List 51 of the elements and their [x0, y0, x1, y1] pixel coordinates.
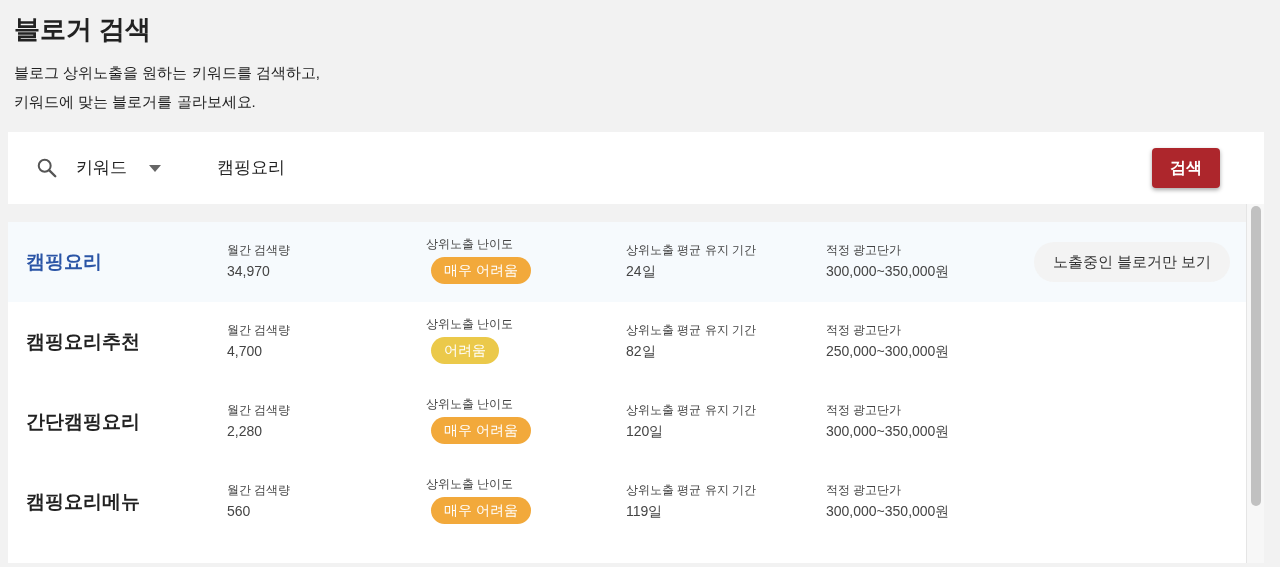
field-value: 560 [227, 502, 251, 521]
result-row[interactable]: 캠핑요리메뉴 월간 검색량 560 상위노출 난이도 매우 어려움 상위노출 평균 유지 기간 119일 적정 광고단가 300,000~350,000원 [8, 462, 1246, 542]
field-value: 250,000~300,000원 [826, 342, 950, 361]
difficulty-badge: 매우 어려움 [431, 416, 531, 444]
field-value: 300,000~350,000원 [826, 262, 950, 281]
description-text: 키워드에 맞는 블로거를 골라보세요. [14, 92, 256, 112]
search-input-field[interactable]: 캠핑요리 [217, 155, 917, 181]
filter-button[interactable]: 노출중인 블로거만 보기 [1034, 242, 1231, 282]
search-mode-dropdown[interactable]: 키워드 [76, 155, 161, 181]
field-label: 월간 검색량 [227, 322, 291, 339]
scrollbar[interactable] [1246, 204, 1264, 563]
field-value: 2,280 [227, 422, 263, 441]
field-label: 상위노출 평균 유지 기간 [626, 482, 756, 499]
field-label: 상위노출 난이도 [426, 315, 514, 333]
field-label: 적정 광고단가 [826, 322, 902, 339]
field-label: 월간 검색량 [227, 242, 291, 259]
difficulty-badge: 어려움 [431, 336, 499, 364]
field-label: 적정 광고단가 [826, 242, 902, 259]
description-text: 블로그 상위노출을 원하는 키워드를 검색하고, [14, 63, 320, 83]
field-label: 월간 검색량 [227, 482, 291, 499]
field-value: 119일 [626, 502, 663, 521]
caret-icon [149, 164, 161, 172]
field-label: 상위노출 난이도 [426, 235, 514, 253]
result-row[interactable]: 캠핑요리추천 월간 검색량 4,700 상위노출 난이도 어려움 상위노출 평균 유지 기간 82일 적정 광고단가 250,000~300,000원 [8, 302, 1246, 382]
keyword-text: 캠핑요리메뉴 [26, 490, 140, 512]
field-value: 4,700 [227, 342, 263, 361]
field-value: 34,970 [227, 262, 270, 281]
field-value: 300,000~350,000원 [826, 422, 950, 441]
field-label: 월간 검색량 [227, 402, 291, 419]
field-label: 상위노출 난이도 [426, 475, 514, 493]
field-value: 120일 [626, 422, 664, 441]
field-label: 적정 광고단가 [826, 402, 902, 419]
field-label: 상위노출 평균 유지 기간 [626, 242, 756, 259]
difficulty-badge: 매우 어려움 [431, 496, 531, 524]
field-value: 24일 [626, 262, 656, 281]
field-label: 적정 광고단가 [826, 482, 902, 499]
field-label: 상위노출 난이도 [426, 395, 514, 413]
difficulty-badge: 매우 어려움 [431, 256, 531, 284]
result-row[interactable]: 캠핑요리 월간 검색량 34,970 상위노출 난이도 매우 어려움 상위노출 평균 유지 기간 24일 적정 광고단가 300,000~350,000원 노출중인 블로거만 보기 [8, 222, 1246, 302]
field-label: 상위노출 평균 유지 기간 [626, 402, 756, 419]
page-title: 블로거 검색 [14, 13, 152, 46]
keyword-text: 캠핑요리추천 [26, 330, 140, 352]
field-value: 82일 [626, 342, 656, 361]
scrollbar-thumb[interactable] [1250, 206, 1261, 506]
result-row[interactable]: 간단캠핑요리 월간 검색량 2,280 상위노출 난이도 매우 어려움 상위노출 평균 유지 기간 120일 적정 광고단가 300,000~350,000원 [8, 382, 1246, 462]
keyword-text: 캠핑요리 [26, 250, 102, 272]
search-button[interactable]: 검색 [1152, 148, 1220, 188]
keyword-text: 간단캠핑요리 [26, 410, 140, 432]
field-label: 상위노출 평균 유지 기간 [626, 322, 756, 339]
field-value: 300,000~350,000원 [826, 502, 950, 521]
search-icon [36, 157, 58, 179]
